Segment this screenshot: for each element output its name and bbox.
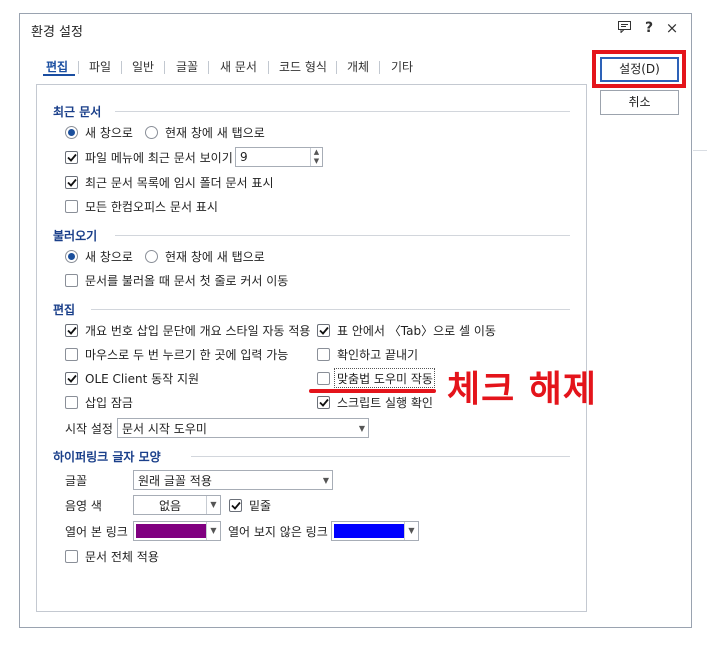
checkbox-checked-icon[interactable] bbox=[317, 323, 330, 337]
start-setting-label: 시작 설정 bbox=[65, 422, 113, 436]
dialog-title: 환경 설정 bbox=[31, 25, 83, 40]
checkbox-underline[interactable]: 밑줄 bbox=[229, 496, 271, 514]
checkbox-unchecked-icon[interactable] bbox=[65, 347, 78, 361]
hyperlink-font-label: 글꼴 bbox=[65, 474, 88, 488]
help-icon[interactable]: ? bbox=[640, 19, 658, 37]
checkbox-unchecked-icon[interactable] bbox=[317, 347, 330, 361]
section-title-open: 불러오기 bbox=[53, 229, 98, 243]
close-icon[interactable]: × bbox=[663, 19, 681, 37]
chevron-down-icon[interactable]: ▼ bbox=[206, 496, 220, 514]
checkbox-show-recent[interactable]: 파일 메뉴에 최근 문서 보이기 bbox=[65, 148, 233, 166]
checkbox-unchecked-icon[interactable] bbox=[65, 549, 78, 563]
edit-options-panel: 최근 문서 새 창으로 현재 창에 새 탭으로 파일 메뉴에 최근 문서 보이기… bbox=[36, 84, 587, 612]
checkbox-checked-icon[interactable] bbox=[65, 175, 78, 189]
checkbox-checked-icon[interactable] bbox=[317, 395, 330, 409]
checkbox-unchecked-icon[interactable] bbox=[317, 371, 330, 385]
chevron-down-icon[interactable]: ▼ bbox=[359, 424, 365, 433]
tab-separator bbox=[208, 61, 209, 74]
unvisited-link-label: 열어 보지 않은 링크 bbox=[228, 525, 328, 539]
unvisited-color-swatch bbox=[334, 524, 404, 538]
checkbox-confirm-exit[interactable]: 확인하고 끝내기 bbox=[317, 345, 418, 363]
chevron-down-icon[interactable]: ▼ bbox=[404, 522, 418, 540]
tab-new-document[interactable]: 새 문서 bbox=[220, 58, 257, 75]
checkbox-ole-client[interactable]: OLE Client 동작 지원 bbox=[65, 369, 199, 387]
visited-link-color-picker[interactable]: ▼ bbox=[133, 521, 221, 541]
checkbox-show-temp[interactable]: 최근 문서 목록에 임시 폴더 문서 표시 bbox=[65, 173, 274, 191]
background-line bbox=[693, 150, 707, 151]
checkbox-unchecked-icon[interactable] bbox=[65, 395, 78, 409]
section-title-edit: 편집 bbox=[53, 303, 76, 317]
tab-code-format[interactable]: 코드 형식 bbox=[279, 58, 327, 75]
checkbox-auto-outline[interactable]: 개요 번호 삽입 문단에 개요 스타일 자동 적용 bbox=[65, 321, 310, 339]
tab-separator bbox=[164, 61, 165, 74]
shade-color-label: 음영 색 bbox=[65, 499, 102, 513]
checkbox-insert-lock[interactable]: 삽입 잠금 bbox=[65, 393, 133, 411]
checkbox-show-all-hancom[interactable]: 모든 한컴오피스 문서 표시 bbox=[65, 197, 218, 215]
tab-edit[interactable]: 편집 bbox=[46, 58, 68, 75]
section-divider bbox=[191, 456, 570, 457]
checkbox-cursor-first-line[interactable]: 문서를 불러올 때 문서 첫 줄로 커서 이동 bbox=[65, 271, 288, 289]
radio-recent-new-tab[interactable]: 현재 창에 새 탭으로 bbox=[145, 123, 265, 141]
tab-separator bbox=[121, 61, 122, 74]
tab-separator bbox=[78, 61, 79, 74]
radio-open-new-window[interactable]: 새 창으로 bbox=[65, 247, 133, 265]
highlight-box bbox=[592, 50, 686, 88]
visited-color-swatch bbox=[136, 524, 206, 538]
section-title-hyperlink: 하이퍼링크 글자 모양 bbox=[53, 450, 161, 464]
checkbox-tab-move-cell[interactable]: 표 안에서 〈Tab〉으로 셀 이동 bbox=[317, 321, 496, 339]
checkbox-checked-icon[interactable] bbox=[65, 371, 78, 385]
section-divider bbox=[115, 111, 570, 112]
radio-unselected-icon[interactable] bbox=[145, 249, 158, 263]
chevron-down-icon[interactable]: ▼ bbox=[323, 476, 329, 485]
tab-file[interactable]: 파일 bbox=[89, 58, 111, 75]
comment-icon[interactable] bbox=[615, 19, 633, 37]
section-title-recent: 최근 문서 bbox=[53, 105, 102, 119]
checkbox-script-confirm[interactable]: 스크립트 실행 확인 bbox=[317, 393, 433, 411]
focus-outline bbox=[334, 368, 435, 388]
chevron-down-icon[interactable]: ▼ bbox=[206, 522, 220, 540]
stepper-arrows-icon[interactable]: ▲ ▼ bbox=[310, 148, 322, 166]
start-setting-dropdown[interactable]: 문서 시작 도우미 ▼ bbox=[117, 418, 369, 438]
radio-selected-icon[interactable] bbox=[65, 125, 78, 139]
tab-etc[interactable]: 기타 bbox=[391, 58, 413, 75]
annotation-underline bbox=[309, 389, 436, 393]
recent-count-stepper[interactable]: 9 ▲ ▼ bbox=[235, 147, 323, 167]
tab-general[interactable]: 일반 bbox=[132, 58, 154, 75]
tab-separator bbox=[336, 61, 337, 74]
section-divider bbox=[115, 235, 570, 236]
shade-color-dropdown[interactable]: 없음 ▼ bbox=[133, 495, 221, 515]
settings-dialog: 환경 설정 ? × 편집 파일 일반 글꼴 새 문서 코드 형식 개체 기타 최… bbox=[19, 13, 692, 628]
radio-unselected-icon[interactable] bbox=[145, 125, 158, 139]
section-divider bbox=[91, 309, 570, 310]
radio-recent-new-window[interactable]: 새 창으로 bbox=[65, 123, 133, 141]
radio-open-new-tab[interactable]: 현재 창에 새 탭으로 bbox=[145, 247, 265, 265]
unvisited-link-color-picker[interactable]: ▼ bbox=[331, 521, 419, 541]
checkbox-unchecked-icon[interactable] bbox=[65, 199, 78, 213]
tab-separator bbox=[379, 61, 380, 74]
hyperlink-font-dropdown[interactable]: 원래 글꼴 적용 ▼ bbox=[133, 470, 333, 490]
tab-font[interactable]: 글꼴 bbox=[176, 58, 198, 75]
visited-link-label: 열어 본 링크 bbox=[65, 525, 128, 539]
tab-object[interactable]: 개체 bbox=[347, 58, 369, 75]
annotation-text: 체크 해제 bbox=[447, 369, 598, 410]
checkbox-double-click-input[interactable]: 마우스로 두 번 누르기 한 곳에 입력 가능 bbox=[65, 345, 288, 363]
checkbox-apply-all[interactable]: 문서 전체 적용 bbox=[65, 547, 159, 565]
checkbox-checked-icon[interactable] bbox=[65, 150, 78, 164]
checkbox-unchecked-icon[interactable] bbox=[65, 273, 78, 287]
checkbox-checked-icon[interactable] bbox=[229, 498, 242, 512]
cancel-button[interactable]: 취소 bbox=[600, 90, 679, 115]
tab-separator bbox=[268, 61, 269, 74]
title-bar: 환경 설정 ? × bbox=[20, 14, 691, 44]
radio-selected-icon[interactable] bbox=[65, 249, 78, 263]
checkbox-checked-icon[interactable] bbox=[65, 323, 78, 337]
active-tab-indicator bbox=[43, 74, 75, 76]
